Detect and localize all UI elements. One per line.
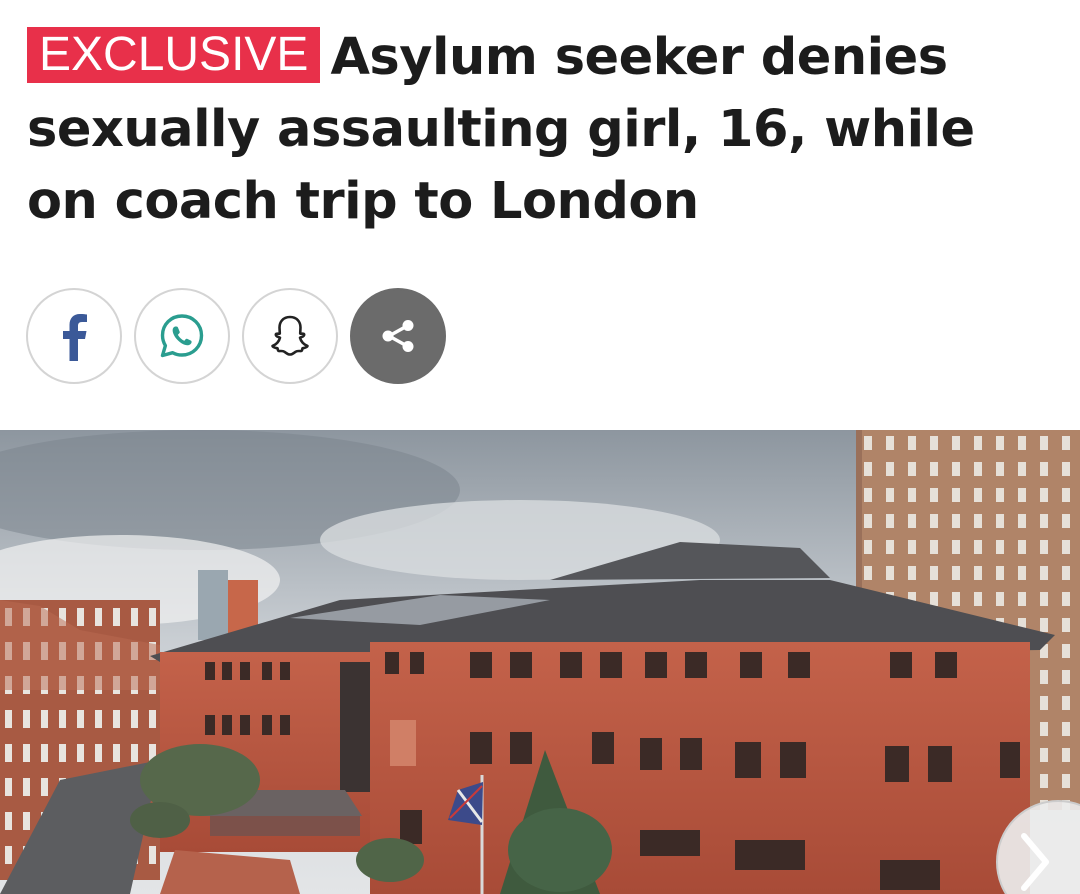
whatsapp-share-button[interactable] (134, 288, 230, 384)
facebook-icon (63, 314, 87, 361)
facebook-share-button[interactable] (26, 288, 122, 384)
exclusive-badge: EXCLUSIVE (27, 27, 321, 83)
snapchat-ghost-icon (271, 315, 309, 356)
article-headline: EXCLUSIVE Asylum seeker denies sexually a… (27, 22, 1057, 238)
share-bar (26, 288, 446, 388)
court-building-photo (0, 430, 1080, 894)
chevron-right-icon (1021, 833, 1049, 891)
article-photo[interactable] (0, 430, 1080, 894)
snapchat-share-button[interactable] (242, 288, 338, 384)
more-share-button[interactable] (350, 288, 446, 384)
whatsapp-icon (160, 314, 204, 358)
share-icon (382, 320, 414, 352)
